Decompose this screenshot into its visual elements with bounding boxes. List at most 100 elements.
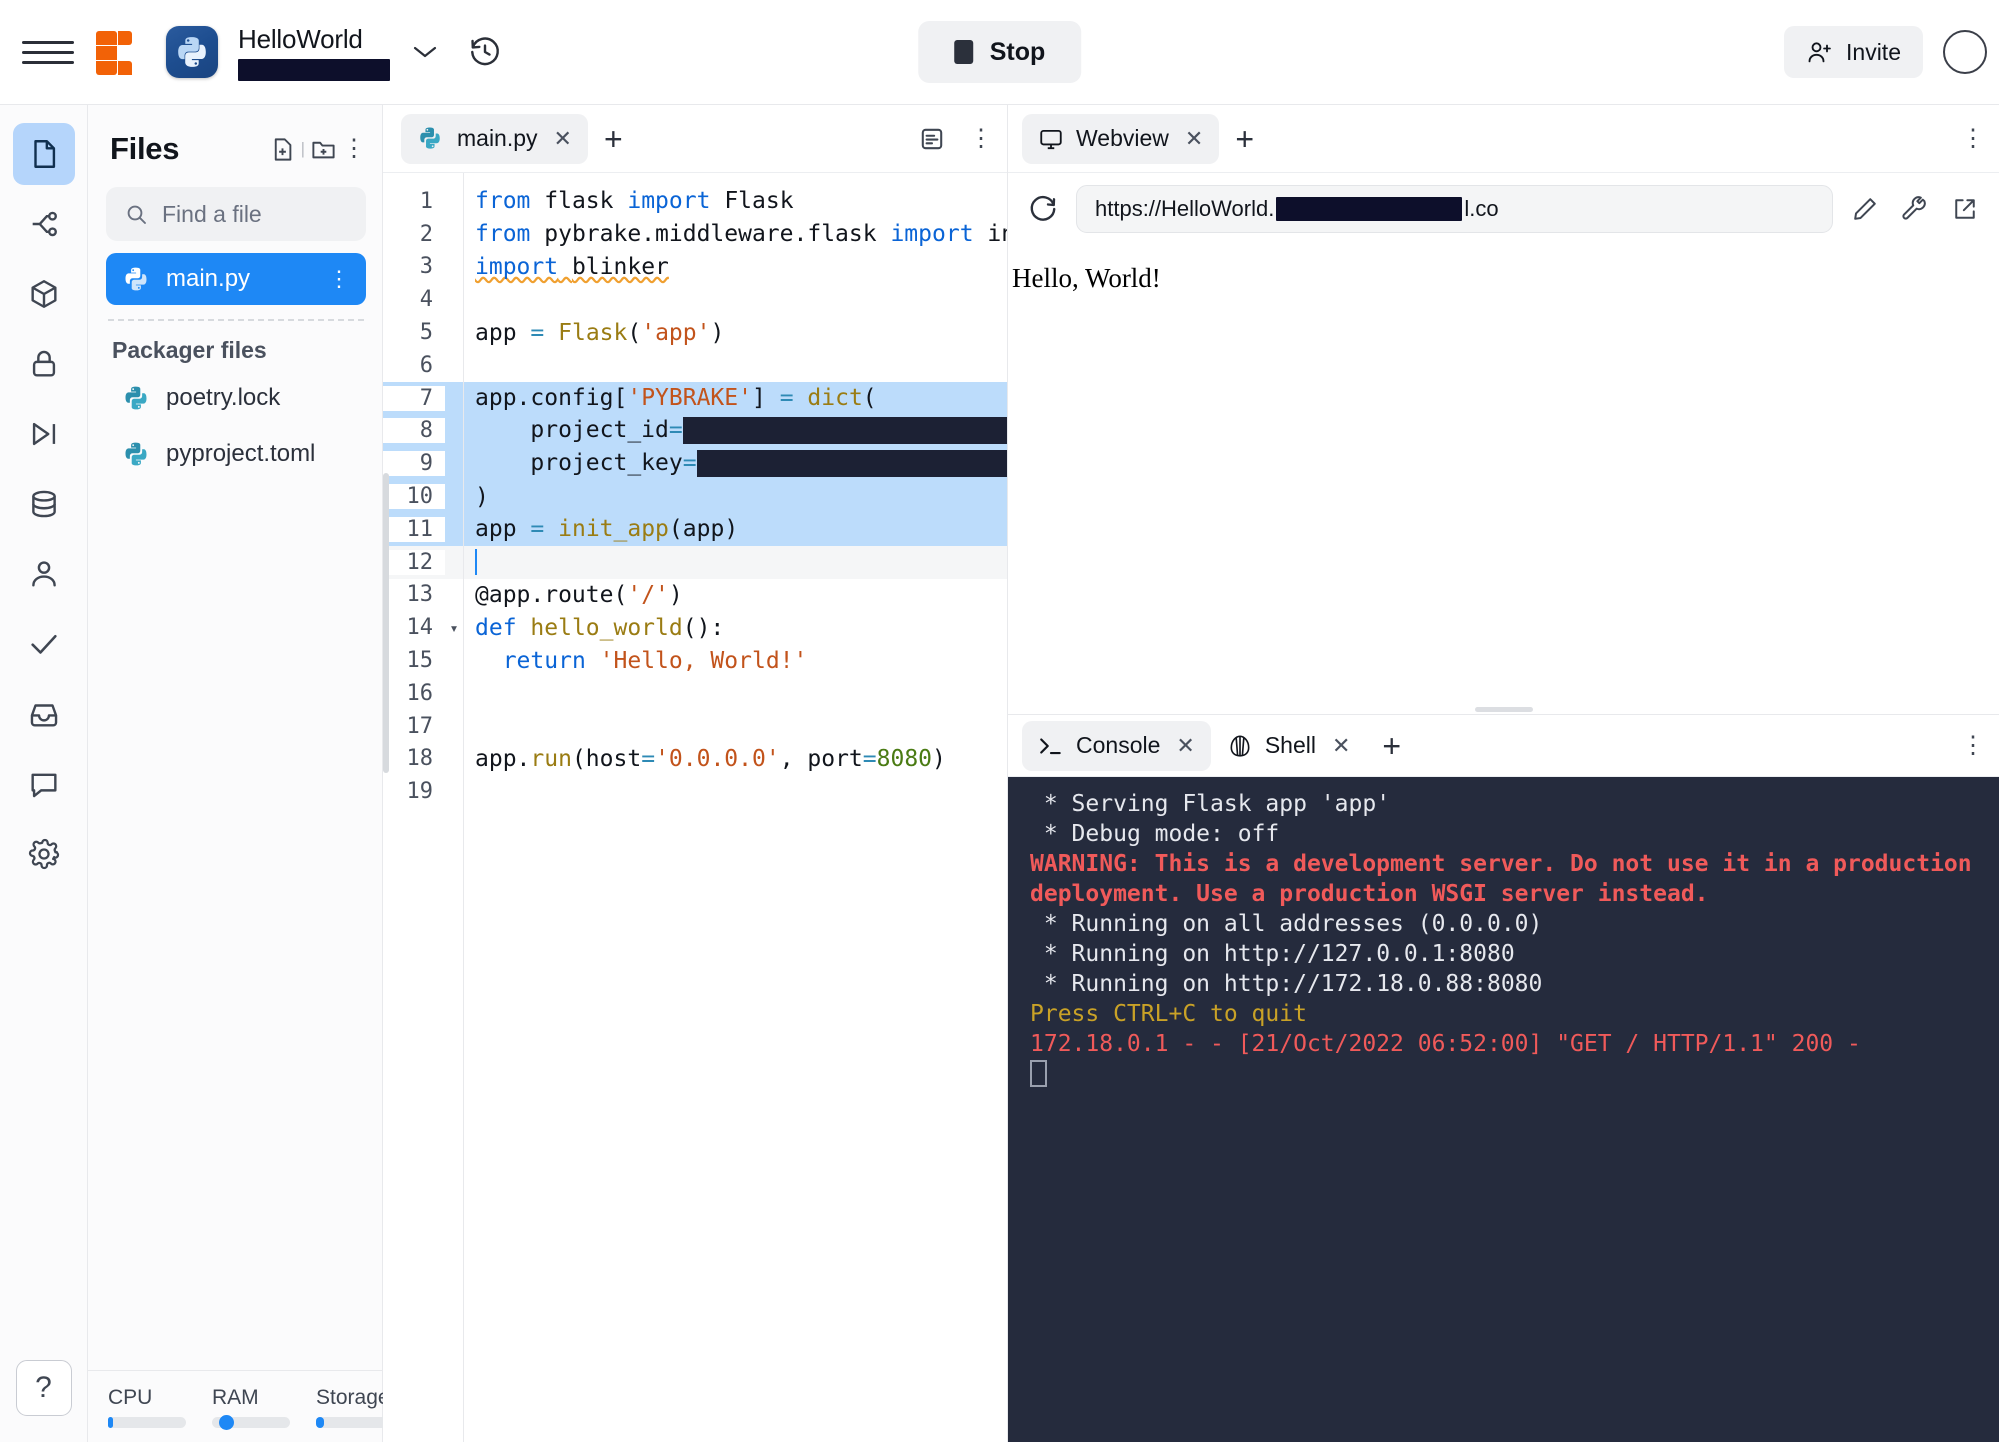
code-line: 19 [383, 775, 1007, 808]
code-line: 1from flask import Flask [383, 185, 1007, 218]
packager-files-label: Packager files [88, 321, 382, 368]
sidebar-item-checks[interactable] [13, 613, 75, 675]
code-line: 18app.run(host='0.0.0.0', port=8080) [383, 743, 1007, 776]
ram-meter[interactable]: RAM [212, 1386, 290, 1428]
webview-url-actions [1851, 195, 1983, 223]
tab-main-py[interactable]: main.py ✕ [401, 114, 588, 164]
file-item-label: poetry.lock [166, 384, 280, 412]
console-toolbar: ⋮ [1961, 739, 1985, 752]
code-line: 7app.config['PYBRAKE'] = dict( [383, 382, 1007, 415]
sidebar-item-version-control[interactable] [13, 193, 75, 255]
replit-logo-icon[interactable] [96, 29, 142, 75]
file-kebab-menu-icon[interactable]: ⋮ [328, 272, 350, 285]
stop-square-icon [954, 40, 973, 64]
shell-icon [1227, 733, 1253, 759]
sidebar-item-settings[interactable] [13, 823, 75, 885]
format-code-icon[interactable] [919, 126, 945, 152]
editor-toolbar: ⋮ [919, 126, 993, 152]
help-button[interactable]: ? [16, 1360, 72, 1416]
terminal-cursor [1030, 1060, 1047, 1087]
sidebar-item-files[interactable] [13, 123, 75, 185]
console-line: * Running on http://127.0.0.1:8080 [1030, 941, 1515, 967]
stop-button-label: Stop [990, 38, 1046, 67]
sidebar-item-account[interactable] [13, 543, 75, 605]
file-item-poetry-lock[interactable]: poetry.lock [106, 372, 366, 424]
file-search-box[interactable] [106, 187, 366, 241]
files-panel-title: Files [110, 131, 179, 167]
code-line: 13@app.route('/') [383, 579, 1007, 612]
sidebar-item-database[interactable] [13, 473, 75, 535]
invite-button[interactable]: Invite [1784, 26, 1923, 78]
console-pane: Console ✕ Shell ✕ + ⋮ * Ser [1008, 715, 1999, 1442]
python-logo-icon [166, 26, 218, 78]
file-item-label: pyproject.toml [166, 440, 315, 468]
close-icon[interactable]: ✕ [1332, 733, 1350, 759]
webview-urlbar: https://HelloWorld. l.co [1008, 173, 1999, 245]
person-add-icon [1806, 38, 1834, 66]
user-avatar-icon[interactable] [1943, 30, 1987, 74]
sidebar-item-inbox[interactable] [13, 683, 75, 745]
redacted-url-segment [1276, 197, 1462, 221]
file-item-main-py[interactable]: main.py ⋮ [106, 253, 366, 305]
external-link-icon[interactable] [1951, 195, 1979, 223]
ram-label: RAM [212, 1386, 290, 1410]
file-item-label: main.py [166, 265, 250, 293]
url-prefix: https://HelloWorld. [1095, 196, 1274, 222]
code-editor[interactable]: 1from flask import Flask 2from pybrake.m… [383, 173, 1007, 1442]
files-panel: Files | ⋮ [88, 105, 383, 1442]
pencil-icon[interactable] [1851, 195, 1879, 223]
new-tab-plus-icon[interactable]: + [1235, 123, 1254, 155]
actions-separator: | [301, 139, 305, 159]
kebab-menu-icon[interactable]: ⋮ [342, 142, 366, 155]
code-line: 9 project_key= [383, 447, 1007, 480]
cpu-meter[interactable]: CPU [108, 1386, 186, 1428]
sidebar-item-packages[interactable] [13, 263, 75, 325]
reload-icon[interactable] [1028, 194, 1058, 224]
tab-webview[interactable]: Webview ✕ [1022, 114, 1219, 164]
webview-pane: Webview ✕ + ⋮ https://HelloWorld. l.co [1008, 105, 1999, 715]
editor-scrollbar[interactable] [383, 473, 389, 773]
code-line: 11app = init_app(app) [383, 513, 1007, 546]
kebab-menu-icon[interactable]: ⋮ [1961, 739, 1985, 752]
code-line: 3import blinker [383, 251, 1007, 284]
add-file-icon[interactable] [269, 136, 296, 163]
panel-resize-handle[interactable] [1475, 707, 1533, 712]
sidebar-item-chat[interactable] [13, 753, 75, 815]
main-body: ? Files | ⋮ [0, 105, 1999, 1442]
redacted-project-id [683, 417, 1007, 444]
tab-console[interactable]: Console ✕ [1022, 721, 1211, 771]
close-icon[interactable]: ✕ [554, 126, 572, 152]
close-icon[interactable]: ✕ [1176, 733, 1194, 759]
top-bar: HelloWorld Stop Invite [0, 0, 1999, 105]
project-title: HelloWorld [238, 24, 390, 55]
kebab-menu-icon[interactable]: ⋮ [1961, 132, 1985, 145]
wrench-icon[interactable] [1901, 195, 1929, 223]
cpu-label: CPU [108, 1386, 186, 1410]
sidebar-item-debugger[interactable] [13, 403, 75, 465]
url-input[interactable]: https://HelloWorld. l.co [1076, 185, 1833, 233]
history-clock-icon[interactable] [468, 35, 502, 69]
sidebar-item-secrets[interactable] [13, 333, 75, 395]
stop-button[interactable]: Stop [918, 21, 1082, 83]
hamburger-menu-icon[interactable] [22, 41, 74, 64]
code-line: 2from pybrake.middleware.flask import in… [383, 218, 1007, 251]
webview-tabstrip: Webview ✕ + ⋮ [1008, 105, 1999, 173]
chevron-down-icon[interactable] [412, 44, 438, 60]
python-file-icon [122, 384, 150, 412]
url-suffix: l.co [1464, 196, 1498, 222]
close-icon[interactable]: ✕ [1185, 126, 1203, 152]
new-tab-plus-icon[interactable]: + [604, 123, 623, 155]
code-line: 17 [383, 710, 1007, 743]
file-item-pyproject-toml[interactable]: pyproject.toml [106, 428, 366, 480]
console-output[interactable]: * Serving Flask app 'app' * Debug mode: … [1008, 777, 1999, 1442]
project-name-group[interactable]: HelloWorld [238, 24, 390, 81]
add-folder-icon[interactable] [310, 136, 337, 163]
tab-shell[interactable]: Shell ✕ [1211, 721, 1367, 771]
new-tab-plus-icon[interactable]: + [1382, 730, 1401, 762]
console-line: * Running on all addresses (0.0.0.0) [1030, 911, 1542, 937]
webview-content: Hello, World! [1008, 245, 1999, 714]
webview-toolbar: ⋮ [1961, 132, 1985, 145]
tab-label: Shell [1265, 732, 1316, 759]
search-input[interactable] [162, 201, 348, 228]
kebab-menu-icon[interactable]: ⋮ [969, 132, 993, 145]
